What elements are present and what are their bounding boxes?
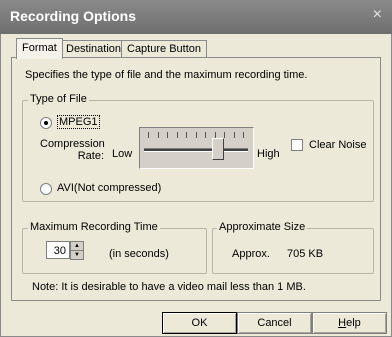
clear-noise-label[interactable]: Clear Noise: [309, 139, 366, 151]
slider-thumb[interactable]: [211, 138, 224, 160]
slider-track: [144, 148, 248, 152]
slider-ticks: [148, 132, 244, 138]
note-text: Note: It is desirable to have a video ma…: [32, 281, 306, 293]
compression-label-line2: Rate:: [77, 150, 104, 162]
slider-tick: [176, 132, 178, 138]
clear-noise-checkbox[interactable]: [291, 139, 303, 151]
low-label: Low: [112, 148, 133, 160]
close-icon[interactable]: ×: [373, 6, 382, 24]
slider-tick: [233, 132, 235, 138]
window-title: Recording Options: [10, 8, 136, 24]
seconds-unit-label: (in seconds): [109, 248, 169, 260]
format-description: Specifies the type of file and the maxim…: [25, 69, 308, 81]
avi-radio[interactable]: [40, 183, 52, 195]
slider-tick: [195, 132, 197, 138]
type-of-file-label: Type of File: [28, 93, 89, 105]
mpeg1-radio[interactable]: [40, 117, 52, 129]
slider-tick: [157, 132, 159, 138]
compression-label-line1: Compression: [40, 138, 105, 150]
help-button-mnemonic: H: [338, 317, 347, 329]
slider-tick: [205, 132, 206, 138]
tab-format[interactable]: Format: [16, 38, 63, 59]
avi-label[interactable]: AVI(Not compressed): [57, 182, 161, 194]
recording-time-spinner[interactable]: ▲ ▼: [70, 241, 84, 260]
help-button[interactable]: Help: [312, 312, 387, 334]
tab-destination[interactable]: Destination: [60, 40, 128, 58]
slider-tick: [167, 132, 168, 138]
max-recording-time-label: Maximum Recording Time: [28, 221, 160, 233]
approx-prefix: Approx.: [232, 248, 270, 260]
slider-tick: [224, 132, 225, 138]
compression-rate-label: Compression Rate:: [40, 138, 105, 162]
title-bar: Recording Options ×: [0, 0, 392, 34]
tab-capture-button[interactable]: Capture Button: [121, 40, 207, 58]
compression-slider[interactable]: [139, 127, 254, 169]
spin-down-icon[interactable]: ▼: [70, 250, 84, 260]
approx-size-value: 705 KB: [287, 248, 324, 260]
slider-tick: [243, 132, 244, 138]
mpeg1-label[interactable]: MPEG1: [57, 115, 100, 129]
help-button-rest: elp: [346, 317, 361, 329]
slider-tick: [148, 132, 149, 138]
approximate-size-label: Approximate Size: [217, 221, 308, 233]
high-label: High: [257, 148, 280, 160]
ok-button[interactable]: OK: [162, 312, 237, 334]
cancel-button[interactable]: Cancel: [237, 312, 312, 334]
recording-time-input[interactable]: 30: [46, 241, 70, 259]
slider-tick: [186, 132, 187, 138]
